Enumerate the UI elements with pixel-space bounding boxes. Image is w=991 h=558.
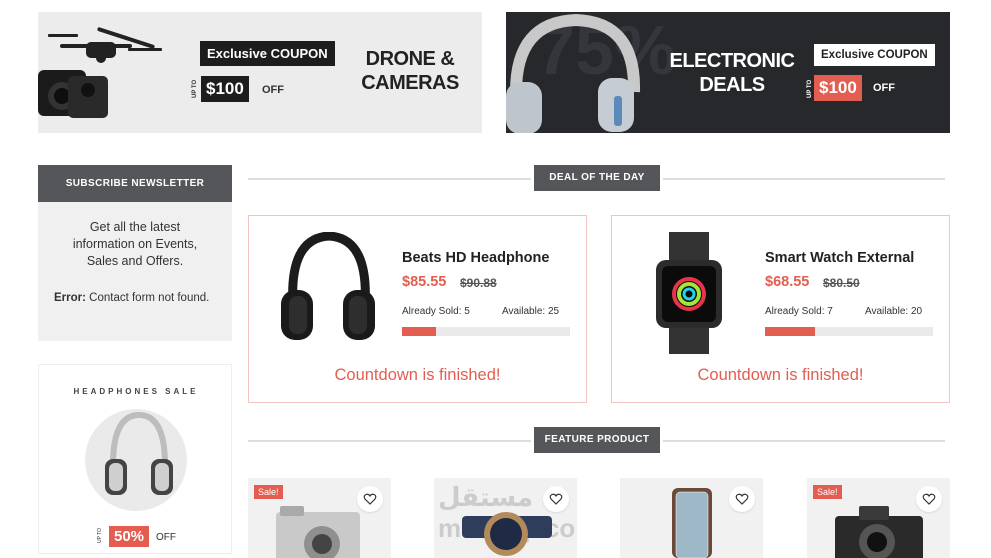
feature-product-card[interactable]: Sale! — [248, 478, 391, 558]
section-divider — [248, 440, 531, 442]
available-count: Available: 20 — [865, 306, 923, 317]
section-divider — [663, 440, 945, 442]
countdown-text: Countdown is finished! — [334, 366, 501, 384]
feature-product-card[interactable] — [620, 478, 763, 558]
banner-title-line2: DEALS — [699, 74, 765, 96]
banner-title-line1: ELECTRONIC — [669, 50, 796, 72]
wishlist-button[interactable] — [916, 486, 942, 512]
section-divider — [248, 178, 531, 180]
headphone-image — [506, 13, 641, 133]
product-price: $85.55 — [402, 274, 447, 290]
error-text: Contact form not found. — [89, 292, 210, 304]
headphone-icon — [105, 411, 173, 495]
off-label: OFF — [262, 84, 284, 96]
sold-progress-fill — [765, 327, 816, 336]
wishlist-button[interactable] — [729, 486, 755, 512]
sale-badge: Sale! — [254, 485, 283, 499]
off-label: OFF — [873, 82, 895, 94]
coupon-amount: $100 — [814, 75, 862, 101]
watch-product-image — [462, 512, 552, 556]
available-count: Available: 25 — [502, 306, 560, 317]
sale-badge: Sale! — [813, 485, 842, 499]
banner-electronic-deals[interactable]: 75% ELECTRONIC DEALS Exclusive COUPON UP… — [506, 12, 950, 133]
product-name[interactable]: Beats HD Headphone — [402, 250, 549, 266]
product-price: $68.55 — [765, 274, 810, 290]
banner-title: ELECTRONIC DEALS — [666, 49, 798, 97]
dslr-product-image — [835, 506, 923, 558]
deal-card[interactable]: Smart Watch External $68.55 $80.50 Alrea… — [611, 215, 950, 403]
camera-product-image — [276, 506, 360, 558]
smartwatch-product-image — [656, 232, 722, 354]
banner-title-line2: CAMERAS — [361, 72, 459, 94]
sold-progress-bar — [402, 327, 570, 336]
newsletter-text: Get all the latest information on Events… — [72, 220, 198, 268]
headphones-sale-banner[interactable]: HEADPHONES SALE UP TO 50% OFF — [38, 364, 232, 554]
sold-progress-bar — [765, 327, 933, 336]
banner-title: DRONE & CAMERAS — [348, 47, 472, 95]
heart-icon — [549, 493, 563, 505]
newsletter-error: Error: Contact form not found. — [54, 288, 224, 308]
sale-upto: UP TO — [97, 527, 103, 543]
sale-title: HEADPHONES SALE — [73, 387, 199, 396]
feature-section-title: FEATURE PRODUCT — [534, 427, 660, 453]
coupon-label: Exclusive COUPON — [814, 44, 935, 66]
banner-title-line1: DRONE & — [365, 48, 455, 70]
upto-label: UP TO — [807, 79, 813, 98]
feature-product-card[interactable]: مستقل mostaql.com — [434, 478, 577, 558]
sold-progress-fill — [402, 327, 436, 336]
heart-icon — [922, 493, 936, 505]
countdown-text: Countdown is finished! — [697, 366, 864, 384]
deal-card[interactable]: Beats HD Headphone $85.55 $90.88 Already… — [248, 215, 587, 403]
wishlist-button[interactable] — [543, 486, 569, 512]
sale-percent: 50% — [109, 526, 150, 547]
sale-off: OFF — [156, 532, 176, 543]
feature-product-card[interactable]: Sale! — [807, 478, 950, 558]
coupon-label: Exclusive COUPON — [200, 41, 335, 66]
sold-count: Already Sold: 5 — [402, 306, 470, 317]
wishlist-button[interactable] — [357, 486, 383, 512]
headphone-product-image — [281, 232, 375, 340]
deal-section-title: DEAL OF THE DAY — [534, 165, 660, 191]
product-name[interactable]: Smart Watch External — [765, 250, 914, 266]
heart-icon — [363, 493, 377, 505]
error-label: Error: — [54, 292, 86, 304]
newsletter-panel: Get all the latest information on Events… — [38, 202, 232, 341]
coupon-amount: $100 — [201, 76, 249, 102]
banner-drone-cameras[interactable]: Exclusive COUPON UP TO $100 OFF DRONE & … — [38, 12, 482, 133]
heart-icon — [735, 493, 749, 505]
drone-camera-image — [38, 27, 162, 118]
newsletter-title: SUBSCRIBE NEWSLETTER — [38, 165, 232, 202]
product-old-price: $90.88 — [460, 276, 497, 290]
sold-count: Already Sold: 7 — [765, 306, 833, 317]
product-old-price: $80.50 — [823, 276, 860, 290]
upto-label: UP TO — [192, 79, 198, 98]
section-divider — [663, 178, 945, 180]
